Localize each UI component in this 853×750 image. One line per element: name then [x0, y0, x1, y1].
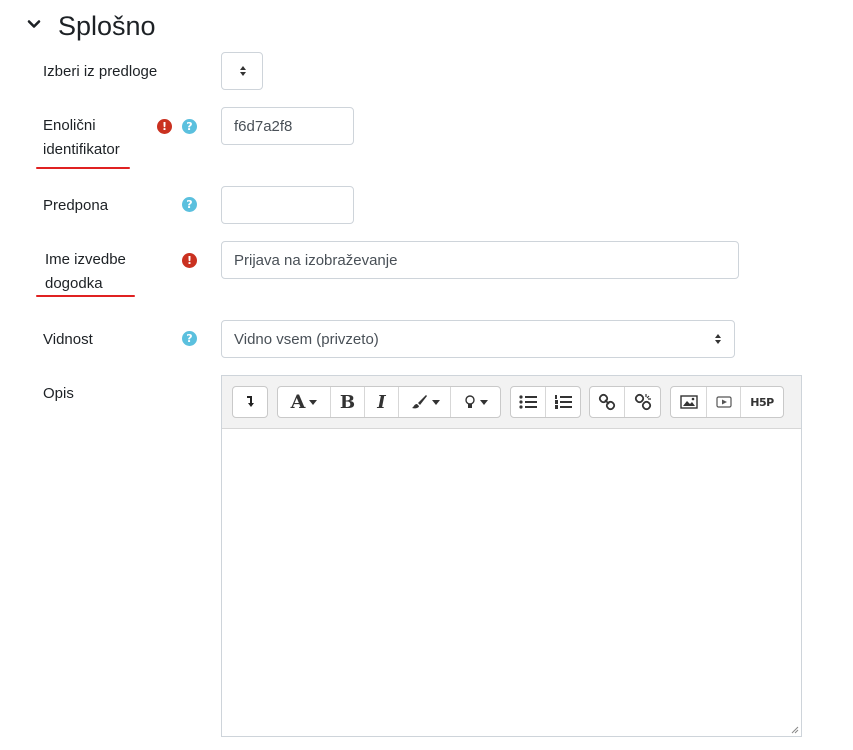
visibility-select[interactable]: Vidno vsem (privzeto): [221, 320, 735, 358]
description-label: Opis: [43, 385, 74, 402]
link-button[interactable]: [590, 387, 626, 417]
identifier-label: Enolični identifikator: [43, 114, 120, 162]
identifier-value: f6d7a2f8: [234, 117, 293, 135]
font-style-icon: A: [290, 391, 306, 413]
event-name-value: Prijava na izobraževanje: [234, 251, 398, 269]
toolbar-group-links: [589, 386, 661, 418]
event-name-label-line1: Ime izvedbe: [45, 251, 126, 268]
template-select[interactable]: [221, 52, 263, 90]
chevron-down-icon: [27, 20, 41, 28]
bold-button[interactable]: B: [331, 387, 365, 417]
editor-content-area[interactable]: [222, 429, 801, 736]
unordered-list-icon: [519, 395, 537, 409]
identifier-label-line2: identifikator: [43, 141, 120, 158]
prefix-label: Predpona: [43, 197, 109, 214]
italic-button[interactable]: I: [365, 387, 399, 417]
identifier-input[interactable]: f6d7a2f8: [221, 107, 354, 145]
section-collapse-toggle[interactable]: [26, 16, 44, 36]
identifier-label-line1: Enolični: [43, 117, 96, 134]
text-color-button[interactable]: [399, 387, 451, 417]
section-title: Splošno: [58, 11, 156, 41]
h5p-icon: H5P: [750, 395, 774, 409]
event-name-input[interactable]: Prijava na izobraževanje: [221, 241, 739, 279]
ordered-list-icon: [554, 395, 572, 409]
event-name-label: Ime izvedbe dogodka: [45, 248, 126, 296]
visibility-value: Vidno vsem (privzeto): [234, 330, 379, 348]
text-color-icon: [411, 395, 427, 409]
help-icon[interactable]: ?: [182, 197, 197, 212]
toolbar-group-format: A B I: [277, 386, 501, 418]
unlink-button[interactable]: [625, 387, 660, 417]
event-name-underline: [36, 295, 135, 297]
select-arrows-icon: [715, 334, 721, 344]
bulb-button[interactable]: [451, 387, 500, 417]
link-icon: [598, 393, 616, 411]
prefix-input[interactable]: [221, 186, 354, 224]
font-style-button[interactable]: A: [278, 387, 331, 417]
italic-icon: I: [377, 391, 386, 413]
required-icon: !: [157, 119, 172, 134]
identifier-underline: [36, 167, 130, 169]
resize-grip-icon[interactable]: [789, 724, 799, 734]
bold-icon: B: [339, 391, 356, 413]
toggle-toolbar-button[interactable]: [233, 387, 267, 417]
image-button[interactable]: [671, 387, 707, 417]
unordered-list-button[interactable]: [511, 387, 546, 417]
description-editor: A B I H5P: [221, 375, 802, 737]
editor-toolbar: A B I H5P: [222, 376, 801, 429]
toolbar-group-lists: [510, 386, 581, 418]
h5p-button[interactable]: H5P: [741, 387, 783, 417]
unlink-icon: [634, 393, 651, 411]
media-button[interactable]: [707, 387, 741, 417]
template-label: Izberi iz predloge: [43, 63, 158, 80]
help-icon[interactable]: ?: [182, 119, 197, 134]
event-name-label-line2: dogodka: [45, 275, 103, 292]
help-icon[interactable]: ?: [182, 331, 197, 346]
visibility-label: Vidnost: [43, 331, 93, 348]
ordered-list-button[interactable]: [546, 387, 581, 417]
toggle-toolbar-icon: [247, 396, 254, 407]
toolbar-group-toggle: [232, 386, 268, 418]
select-arrows-icon: [240, 66, 246, 76]
image-icon: [679, 395, 698, 409]
toolbar-group-media: H5P: [670, 386, 784, 418]
media-icon: [715, 396, 732, 408]
bulb-icon: [464, 395, 475, 408]
required-icon: !: [182, 253, 197, 268]
